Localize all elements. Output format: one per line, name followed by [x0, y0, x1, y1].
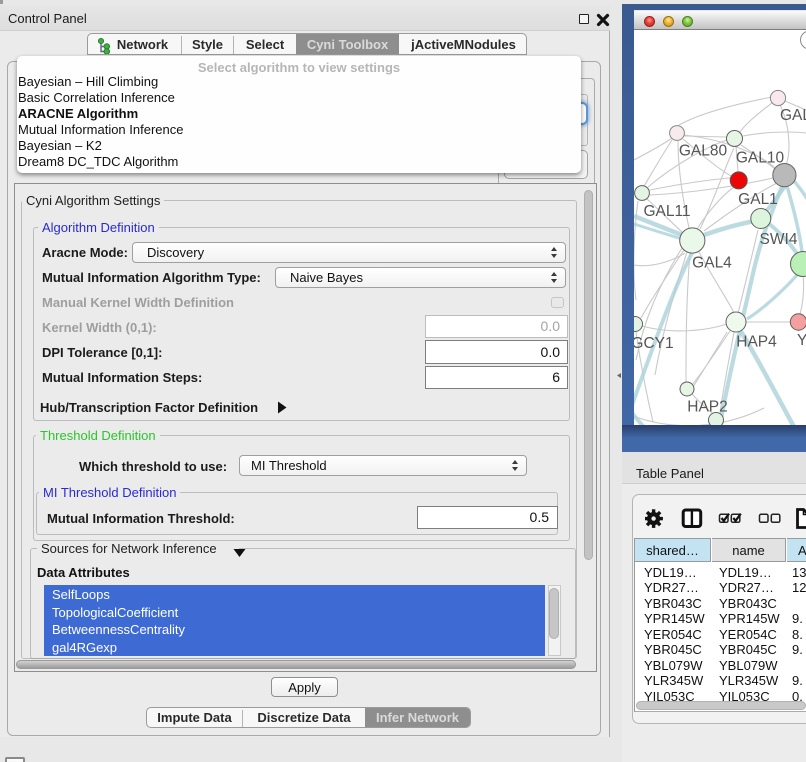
svg-text:SWI4: SWI4	[760, 231, 798, 248]
svg-text:GAL1: GAL1	[738, 191, 778, 208]
svg-text:HAP4: HAP4	[736, 334, 777, 351]
svg-text:GAL2: GAL2	[780, 107, 806, 124]
svg-text:GAL11: GAL11	[643, 203, 690, 220]
svg-text:YJL: YJL	[797, 332, 806, 349]
svg-text:GAL4: GAL4	[692, 255, 732, 272]
svg-text:HAP2: HAP2	[687, 399, 728, 416]
svg-text:GAL10: GAL10	[736, 150, 785, 167]
svg-text:GAL80: GAL80	[679, 143, 728, 160]
svg-text:GCY1: GCY1	[634, 335, 674, 352]
